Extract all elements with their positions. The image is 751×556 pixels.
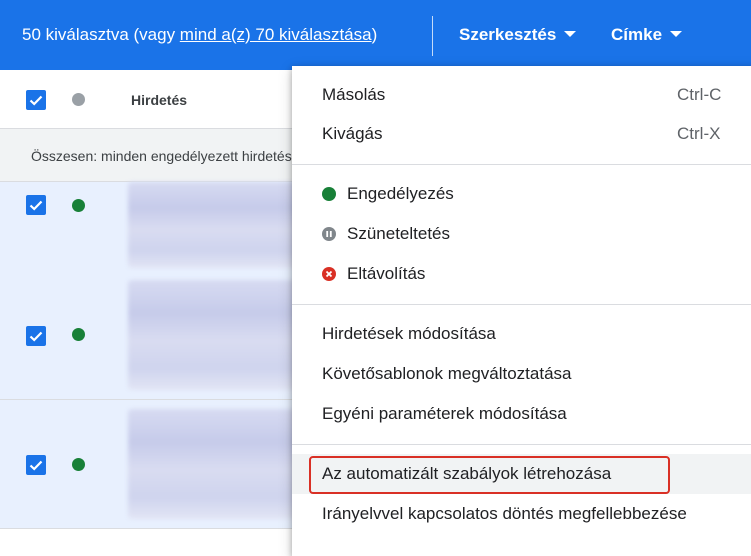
menu-item-enable[interactable]: Engedélyezés <box>292 174 751 214</box>
green-dot-icon <box>322 187 336 201</box>
shortcut-copy: Ctrl-C <box>677 85 722 104</box>
pause-icon <box>322 227 336 241</box>
menu-item-label: Másolás <box>322 85 386 104</box>
menu-item-label: Eltávolítás <box>347 264 426 283</box>
menu-item-label: Szüneteltetés <box>347 224 451 243</box>
menu-item-cut[interactable]: Kivágás Ctrl-X <box>292 114 751 154</box>
checkmark-icon <box>29 200 43 211</box>
menu-item-change-tracking-templates[interactable]: Követősablonok megváltoztatása <box>292 354 751 394</box>
edit-dropdown-label: Szerkesztés <box>459 25 557 44</box>
column-header-ad[interactable]: Hirdetés <box>131 92 187 108</box>
caret-down-icon <box>670 30 683 37</box>
row-checkbox[interactable] <box>26 195 46 215</box>
enabled-status-icon <box>72 328 85 341</box>
select-all-checkbox[interactable] <box>26 90 46 110</box>
edit-dropdown-button[interactable]: Szerkesztés <box>459 24 577 46</box>
summary-text: Összesen: minden engedélyezett hirdetés <box>31 148 292 164</box>
selection-count-text: 50 kiválasztva (vagy <box>22 25 180 44</box>
remove-x-icon <box>322 267 336 281</box>
select-all-link[interactable]: mind a(z) 70 kiválasztása <box>180 25 372 44</box>
row-checkbox[interactable] <box>26 326 46 346</box>
menu-item-edit-ads[interactable]: Hirdetések módosítása <box>292 314 751 354</box>
menu-item-pause[interactable]: Szüneteltetés <box>292 214 751 254</box>
selection-count: 50 kiválasztva (vagy mind a(z) 70 kivála… <box>22 24 377 46</box>
toolbar-divider <box>432 16 433 56</box>
label-dropdown-label: Címke <box>611 25 663 44</box>
menu-item-remove[interactable]: Eltávolítás <box>292 254 751 294</box>
status-header-icon <box>72 93 85 106</box>
menu-item-label: Hirdetések módosítása <box>322 324 496 343</box>
menu-item-appeal-policy-decision[interactable]: Irányelvvel kapcsolatos döntés megfelleb… <box>292 494 751 534</box>
menu-item-copy[interactable]: Másolás Ctrl-C <box>292 75 751 115</box>
menu-item-label: Engedélyezés <box>347 184 454 203</box>
menu-divider <box>292 304 751 305</box>
menu-item-label: Követősablonok megváltoztatása <box>322 364 572 383</box>
caret-down-icon <box>564 30 577 37</box>
shortcut-cut: Ctrl-X <box>677 124 721 143</box>
menu-item-label: Irányelvvel kapcsolatos döntés megfelleb… <box>322 504 687 523</box>
checkmark-icon <box>29 460 43 471</box>
menu-divider <box>292 444 751 445</box>
checkmark-icon <box>29 331 43 342</box>
menu-item-label: Kivágás <box>322 124 383 143</box>
selection-count-text-end: ) <box>371 25 378 44</box>
enabled-status-icon <box>72 458 85 471</box>
selection-toolbar: 50 kiválasztva (vagy mind a(z) 70 kivála… <box>0 0 751 70</box>
checkmark-icon <box>29 95 43 106</box>
enabled-status-icon <box>72 199 85 212</box>
menu-item-label: Egyéni paraméterek módosítása <box>322 404 567 423</box>
menu-item-edit-custom-parameters[interactable]: Egyéni paraméterek módosítása <box>292 394 751 434</box>
menu-divider <box>292 164 751 165</box>
label-dropdown-button[interactable]: Címke <box>611 24 683 46</box>
row-checkbox[interactable] <box>26 455 46 475</box>
highlight-annotation <box>309 456 670 494</box>
